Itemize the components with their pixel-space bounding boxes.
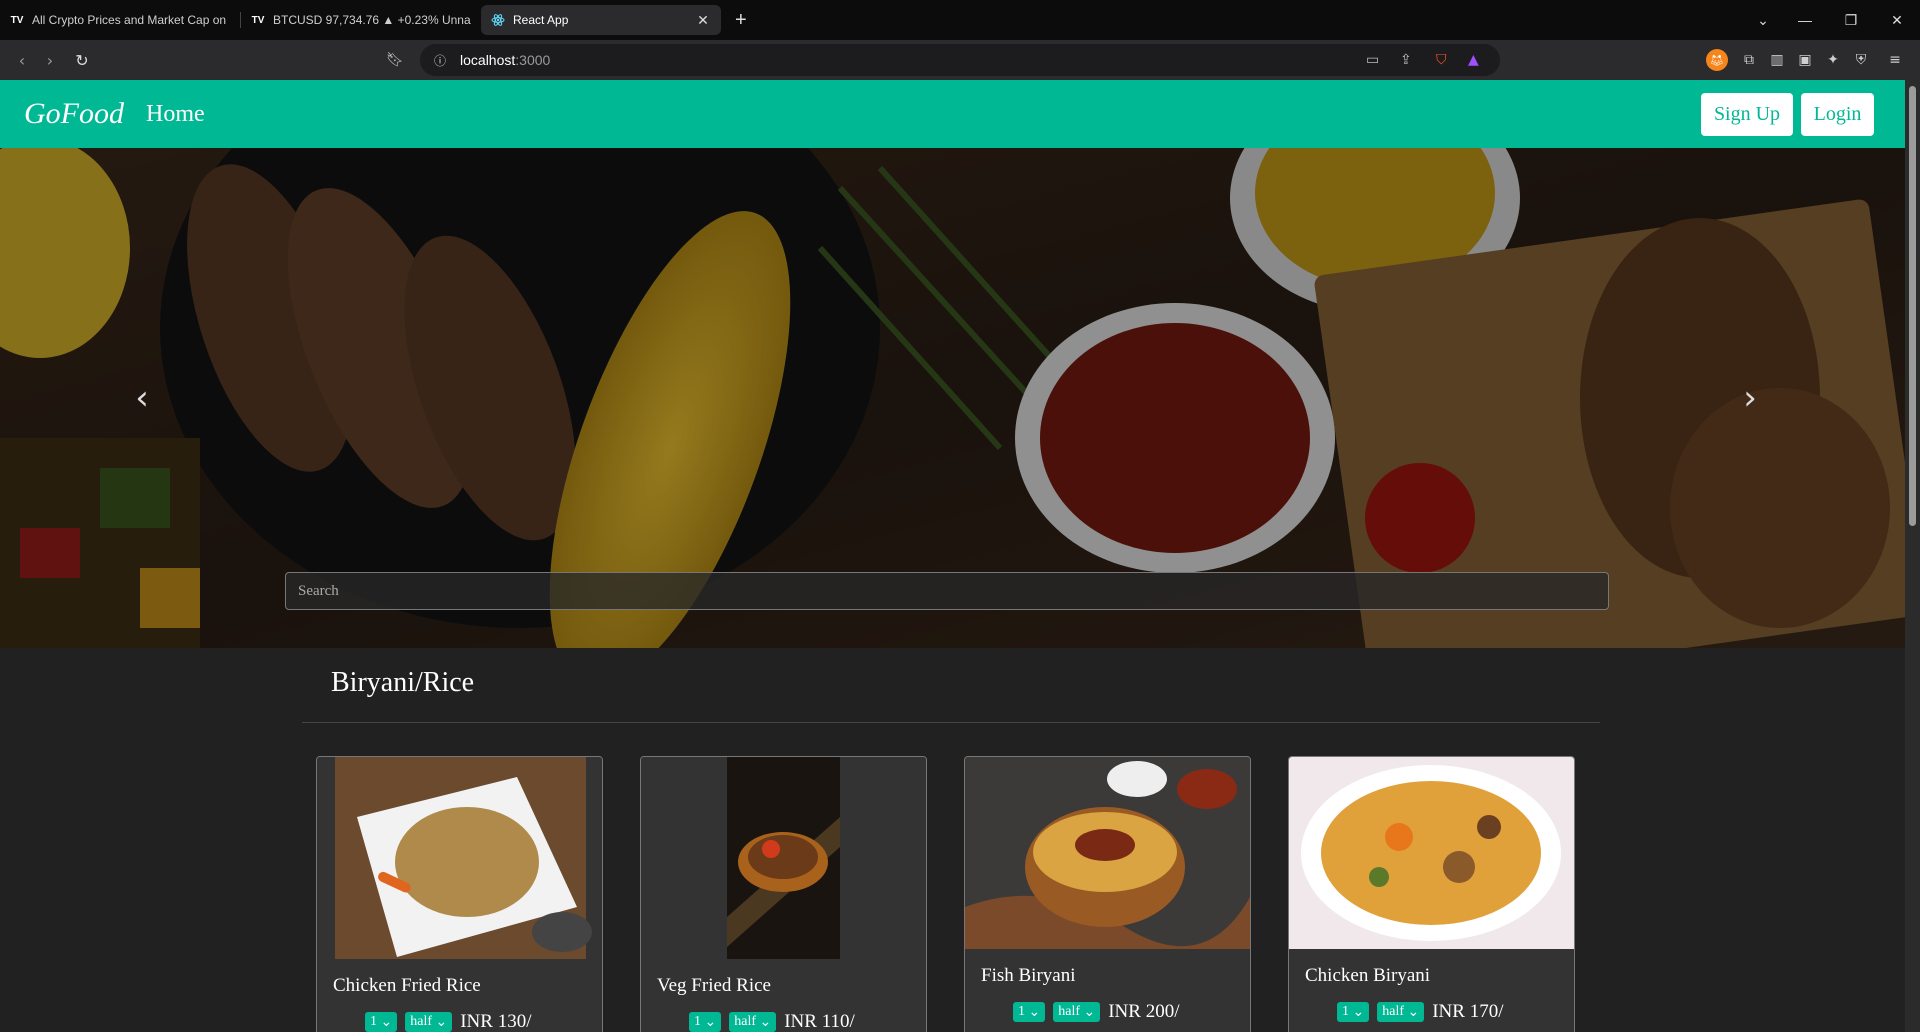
tradingview-icon: TV	[10, 14, 24, 26]
page-viewport: GoFood Home Sign Up Login ‹ › Search Bir…	[0, 80, 1905, 1032]
food-price: INR 110/	[784, 1011, 855, 1032]
size-select[interactable]: half ⌄	[405, 1012, 453, 1032]
tab-title: React App	[513, 13, 569, 27]
size-select[interactable]: half ⌄	[1053, 1002, 1101, 1022]
vpn-icon[interactable]: ⛨	[1850, 49, 1872, 71]
food-name: Chicken Fried Rice	[333, 975, 481, 996]
food-card: Fish Biryani 1 ⌄ half ⌄ INR 200/	[964, 756, 1251, 1032]
brand-logo[interactable]: GoFood	[24, 97, 124, 131]
sidebar-icon[interactable]: ▥	[1766, 49, 1788, 71]
reload-icon[interactable]: ↻	[68, 46, 96, 74]
menu-icon[interactable]: ≡	[1884, 49, 1906, 71]
tab-search-chevron-icon[interactable]: ⌄	[1740, 0, 1786, 40]
size-value: half	[410, 1014, 432, 1029]
food-options: 1 ⌄ half ⌄ INR 110/	[689, 1011, 855, 1032]
quantity-select[interactable]: 1 ⌄	[365, 1012, 398, 1032]
search-input[interactable]	[285, 572, 1609, 610]
url-port: :3000	[515, 52, 551, 68]
food-name: Veg Fried Rice	[657, 975, 771, 996]
cast-icon[interactable]: ▭	[1366, 52, 1379, 68]
tab-crypto-prices[interactable]: TV All Crypto Prices and Market Cap on	[0, 5, 240, 35]
site-info-icon[interactable]: ⓘ	[434, 52, 446, 69]
category-title: Biryani/Rice	[331, 667, 475, 698]
scrollbar-thumb[interactable]	[1909, 86, 1916, 526]
forward-icon[interactable]: ›	[36, 46, 64, 74]
category-divider	[302, 722, 1600, 723]
tab-bar: TV All Crypto Prices and Market Cap on T…	[0, 0, 1920, 40]
food-price: INR 130/	[460, 1011, 532, 1032]
leo-ai-icon[interactable]: ✦	[1822, 49, 1844, 71]
quantity-select[interactable]: 1 ⌄	[1013, 1002, 1046, 1022]
minimize-icon[interactable]: —	[1782, 0, 1828, 40]
size-value: half	[1382, 1004, 1404, 1019]
share-icon[interactable]: ⇪	[1400, 52, 1412, 68]
food-name: Chicken Biryani	[1305, 965, 1431, 986]
tab-react-app[interactable]: React App ✕	[481, 5, 721, 35]
food-price: INR 170/	[1432, 1001, 1504, 1022]
close-tab-icon[interactable]: ✕	[695, 12, 711, 29]
food-options: 1 ⌄ half ⌄ INR 170/	[1337, 1001, 1503, 1023]
hero-carousel: ‹ ›	[0, 148, 1905, 648]
food-image	[317, 757, 602, 959]
food-image	[641, 757, 926, 959]
signup-button[interactable]: Sign Up	[1701, 93, 1793, 136]
quantity-value: 1	[370, 1014, 377, 1029]
size-value: half	[734, 1014, 756, 1029]
size-value: half	[1058, 1004, 1080, 1019]
tradingview-icon: TV	[251, 14, 265, 26]
food-card: Chicken Biryani 1 ⌄ half ⌄ INR 170/	[1288, 756, 1575, 1032]
browser-toolbar: ‹ › ↻ 🔖︎ ⓘ localhost:3000 ▭ ⇪ ⛉ ▲ 🦊︎ ⧉ ▥…	[0, 40, 1920, 80]
nav-home-link[interactable]: Home	[146, 101, 205, 128]
site-navbar: GoFood Home Sign Up Login	[0, 80, 1905, 148]
size-select[interactable]: half ⌄	[1377, 1002, 1425, 1022]
metamask-icon[interactable]: 🦊︎	[1706, 49, 1728, 71]
food-name: Fish Biryani	[981, 965, 1076, 986]
new-tab-icon[interactable]: +	[735, 9, 747, 32]
quantity-value: 1	[694, 1014, 701, 1029]
restore-icon[interactable]: ❐	[1828, 0, 1874, 40]
food-price: INR 200/	[1108, 1001, 1180, 1022]
url-host: localhost	[460, 52, 516, 68]
quantity-select[interactable]: 1 ⌄	[1337, 1002, 1370, 1022]
login-button[interactable]: Login	[1801, 93, 1874, 136]
tab-title: BTCUSD 97,734.76 ▲ +0.23% Unnamed	[273, 13, 471, 27]
food-card: Chicken Fried Rice 1 ⌄ half ⌄ INR 130/	[316, 756, 603, 1032]
page-scrollbar[interactable]	[1905, 80, 1920, 1032]
quantity-value: 1	[1018, 1004, 1025, 1019]
address-bar[interactable]: ⓘ localhost:3000 ▭ ⇪ ⛉ ▲	[420, 44, 1500, 76]
food-image	[1289, 757, 1574, 949]
tab-btcusd[interactable]: TV BTCUSD 97,734.76 ▲ +0.23% Unnamed	[241, 5, 481, 35]
wallet-icon[interactable]: ▣	[1794, 49, 1816, 71]
carousel-next-icon[interactable]: ›	[1730, 373, 1770, 423]
food-options: 1 ⌄ half ⌄ INR 130/	[365, 1011, 531, 1032]
back-icon[interactable]: ‹	[8, 46, 36, 74]
size-select[interactable]: half ⌄	[729, 1012, 777, 1032]
close-window-icon[interactable]: ✕	[1874, 0, 1920, 40]
tab-title: All Crypto Prices and Market Cap on	[32, 13, 227, 27]
food-options: 1 ⌄ half ⌄ INR 200/	[1013, 1001, 1179, 1023]
food-image	[965, 757, 1250, 949]
carousel-prev-icon[interactable]: ‹	[122, 373, 162, 423]
react-icon	[491, 13, 505, 27]
quantity-value: 1	[1342, 1004, 1349, 1019]
food-card: Veg Fried Rice 1 ⌄ half ⌄ INR 110/	[640, 756, 927, 1032]
brave-shields-icon[interactable]: ⛉	[1436, 52, 1447, 68]
brave-rewards-icon[interactable]: ▲	[1468, 52, 1479, 68]
extensions-icon[interactable]: ⧉	[1738, 49, 1760, 71]
quantity-select[interactable]: 1 ⌄	[689, 1012, 722, 1032]
bookmark-icon[interactable]: 🔖︎	[384, 49, 406, 71]
